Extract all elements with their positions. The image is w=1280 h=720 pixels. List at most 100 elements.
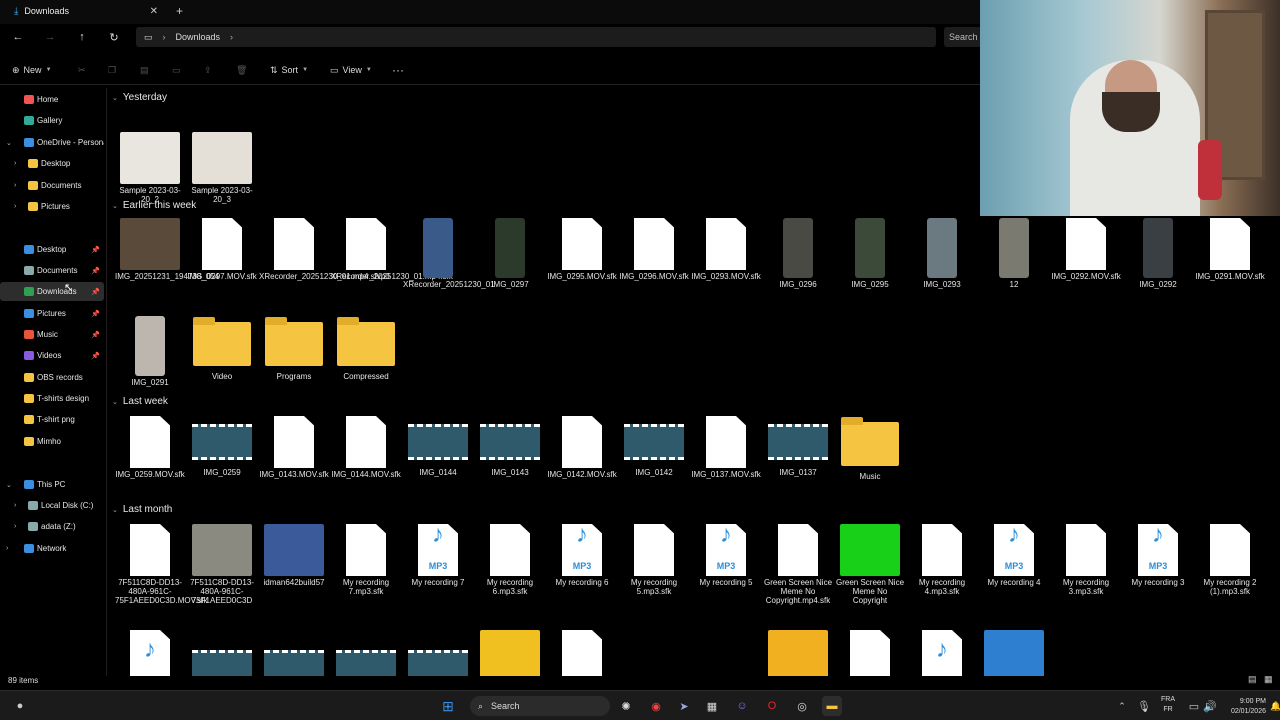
file-item[interactable]: My recording 2 (1).mp3.sfk [1195,524,1265,596]
microphone-icon[interactable]: 🎙 [1134,696,1154,716]
sidebar-item-documents[interactable]: › Documents [0,176,104,195]
file-item[interactable]: ♪ MP3 My recording 5 [691,524,761,587]
file-item[interactable]: IMG_0297.MOV.sfk [187,218,257,281]
share-button[interactable]: ⇪ [204,60,212,80]
chevron-right-icon[interactable]: › [6,545,8,552]
file-item[interactable] [480,630,540,676]
file-item[interactable]: IMG_0143.MOV.sfk [259,416,329,479]
file-item[interactable]: 7F511C8D-DD13-480A-961C-75F1AEED0C3D [187,524,257,605]
file-item[interactable]: XRecorder_20251230_01.mp4.sfk [331,218,453,281]
file-item[interactable]: Sample 2023-03-20_2 [115,132,185,204]
chevron-right-icon[interactable]: › [14,502,16,509]
file-item[interactable]: IMG_0144.MOV.sfk [331,416,401,479]
file-item[interactable]: IMG_20251231_194738_054 [115,218,219,281]
address-bar[interactable]: ▭ › Downloads › [136,27,936,47]
file-item[interactable]: IMG_0144 [403,416,473,477]
volume-icon[interactable]: 🔊 [1200,696,1220,716]
sidebar-item-desktop[interactable]: › Desktop [0,154,104,173]
chevron-right-icon[interactable]: › [14,203,16,210]
file-item[interactable]: IMG_0295 [835,218,905,289]
copy-button[interactable]: ❐ [108,60,116,80]
group-header[interactable]: ⌄ Last week [112,396,168,407]
up-button[interactable]: ↑ [72,26,92,48]
sidebar-item-gallery[interactable]: Gallery [0,111,104,130]
calculator-icon[interactable]: ▦ [702,696,722,716]
details-view-icon[interactable]: ▤ [1248,674,1257,685]
file-item[interactable]: ♪ MP3 My recording 4 [979,524,1049,587]
file-item[interactable]: IMG_0259.MOV.sfk [115,416,185,479]
paste-button[interactable]: ▤ [140,60,149,80]
file-item[interactable] [336,630,396,676]
refresh-button[interactable]: ↻ [104,26,124,48]
opera-icon[interactable]: O [762,696,782,716]
sidebar-item-adata-z[interactable]: › adata (Z:) [0,517,104,536]
file-item[interactable]: 12 [979,218,1049,289]
close-tab-icon[interactable]: ✕ [150,6,158,17]
sidebar-item-pictures[interactable]: Pictures 📌 [0,304,104,323]
file-item[interactable]: IMG_0296.MOV.sfk [619,218,689,281]
back-button[interactable]: ← [8,26,28,48]
chrome-icon[interactable]: ◉ [646,696,666,716]
file-item[interactable]: IMG_0292.MOV.sfk [1051,218,1121,281]
file-item[interactable]: IMG_0142 [619,416,689,477]
breadcrumb-downloads[interactable]: Downloads [176,32,221,42]
file-item[interactable]: 7F511C8D-DD13-480A-961C-75F1AEED0C3D.MOV… [115,524,208,605]
file-item[interactable]: ♪ [120,630,180,676]
chevron-right-icon[interactable]: › [14,160,16,167]
file-item[interactable]: ♪ MP3 My recording 6 [547,524,617,587]
file-item[interactable]: ♪ [912,630,972,676]
new-button[interactable]: ⊕ New ▼ [12,60,52,80]
file-item[interactable]: Programs [259,316,329,381]
obs-icon[interactable]: ◎ [792,696,812,716]
notifications-icon[interactable]: 🔔 [1266,696,1280,716]
file-item[interactable]: IMG_0295.MOV.sfk [547,218,617,281]
more-options-button[interactable]: ··· [392,60,404,80]
new-tab-button[interactable]: + [176,4,183,18]
clock[interactable]: 9:00 PM 02/01/2026 [1218,697,1266,717]
sidebar-item-home[interactable]: Home [0,90,104,109]
file-item[interactable]: Compressed [331,316,401,381]
file-item[interactable]: IMG_0293.MOV.sfk [691,218,761,281]
file-explorer-icon[interactable]: ▬ [822,696,842,716]
file-item[interactable]: My recording 6.mp3.sfk [475,524,545,596]
file-item[interactable] [264,630,324,676]
file-item[interactable]: My recording 7.mp3.sfk [331,524,401,596]
group-header[interactable]: ⌄ Yesterday [112,92,167,103]
file-item[interactable]: IMG_0137 [763,416,833,477]
file-item[interactable]: IMG_0259 [187,416,257,477]
file-item[interactable]: ♪ MP3 My recording 7 [403,524,473,587]
sidebar-item-this-pc[interactable]: ⌄ This PC [0,475,104,494]
sidebar-item-music[interactable]: Music 📌 [0,325,104,344]
start-icon[interactable]: ⊞ [438,696,458,716]
file-item[interactable]: IMG_0143 [475,416,545,477]
file-item[interactable]: IMG_0291 [115,316,185,387]
sidebar-item-obs-records[interactable]: OBS records [0,368,104,387]
file-item[interactable]: IMG_0293 [907,218,977,289]
chevron-right-icon[interactable]: › [14,523,16,530]
sidebar-item-onedrive-persona[interactable]: ⌄ OneDrive - Persona [0,133,104,152]
file-item[interactable] [840,630,900,676]
file-item[interactable]: Music [835,416,905,481]
sidebar-item-documents[interactable]: Documents 📌 [0,261,104,280]
tab-downloads[interactable]: ⤓ Downloads ✕ [6,0,166,22]
file-item[interactable]: Sample 2023-03-20_3 [187,132,257,204]
file-item[interactable]: My recording 5.mp3.sfk [619,524,689,596]
cut-button[interactable]: ✂ [78,60,86,80]
chevron-down-icon[interactable]: ⌄ [6,139,12,147]
file-item[interactable]: ♪ MP3 My recording 3 [1123,524,1193,587]
file-item[interactable]: idman642build57 [259,524,329,587]
steam-icon[interactable]: ➤ [674,696,694,716]
file-item[interactable]: IMG_0137.MOV.sfk [691,416,761,479]
chevron-right-icon[interactable]: › [14,182,16,189]
sidebar-item-mimho[interactable]: Mimho [0,432,104,451]
file-item[interactable]: XRecorder_20251230_01 [403,218,495,289]
delete-button[interactable]: 🗑 [236,60,247,80]
sidebar-item-videos[interactable]: Videos 📌 [0,346,104,365]
file-item[interactable]: IMG_0292 [1123,218,1193,289]
file-item[interactable] [408,630,468,676]
file-item[interactable] [192,630,252,676]
search-input[interactable]: Search [944,27,984,47]
file-item[interactable]: XRecorder_20251230_01.mp4.sfvp0 [259,218,390,281]
sort-button[interactable]: ⇅ Sort ▼ [270,60,308,80]
sidebar-item-local-disk-c[interactable]: › Local Disk (C:) [0,496,104,515]
